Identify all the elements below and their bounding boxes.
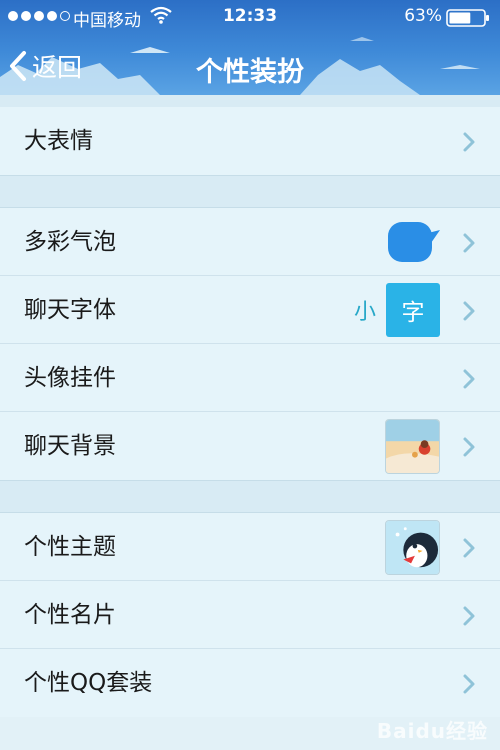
row-qq-suit[interactable]: 个性QQ套装 (0, 649, 500, 717)
battery-percentage: 63% (404, 6, 442, 26)
row-label: 个性名片 (24, 602, 116, 628)
row-business-card[interactable]: 个性名片 (0, 581, 500, 649)
chevron-right-icon (463, 538, 475, 558)
font-preview: 小 字 (354, 276, 440, 344)
row-label: 个性主题 (24, 534, 116, 560)
top-spacer (0, 95, 500, 107)
group-chat-style: 多彩气泡 聊天字体 小 字 头像挂件 聊天背景 (0, 208, 500, 480)
group-personalization: 个性主题 个性名片 个性QQ套装 (0, 513, 500, 717)
row-chat-background[interactable]: 聊天背景 (0, 412, 500, 480)
battery-icon (446, 9, 489, 27)
chevron-right-icon (463, 233, 475, 253)
font-preview-small: 小 (353, 300, 376, 325)
chevron-right-icon (463, 132, 475, 152)
row-theme[interactable]: 个性主题 (0, 513, 500, 581)
chevron-right-icon (463, 369, 475, 389)
page-title: 个性装扮 (196, 57, 304, 88)
background-thumbnail-image (385, 418, 440, 474)
status-bar: 中国移动 12:33 63% (0, 0, 500, 34)
row-label: 聊天字体 (24, 297, 116, 323)
row-big-emoji[interactable]: 大表情 (0, 107, 500, 175)
row-chat-font[interactable]: 聊天字体 小 字 (0, 276, 500, 344)
font-preview-box: 字 (386, 283, 440, 337)
chevron-right-icon (463, 437, 475, 457)
section-separator (0, 480, 500, 513)
watermark: Baidu经验 (376, 719, 488, 743)
chevron-right-icon (463, 606, 475, 626)
section-separator (0, 175, 500, 208)
group-stickers: 大表情 (0, 107, 500, 175)
row-label: 多彩气泡 (24, 229, 116, 255)
row-avatar-pendant[interactable]: 头像挂件 (0, 344, 500, 412)
chevron-right-icon (463, 301, 475, 321)
navigation-header: 中国移动 12:33 63% 返回 个性装扮 (0, 0, 500, 95)
row-label: 大表情 (24, 128, 93, 154)
row-label: 聊天背景 (24, 433, 116, 459)
row-label: 个性QQ套装 (24, 670, 153, 696)
nav-bar: 返回 个性装扮 (0, 34, 500, 95)
chevron-right-icon (463, 674, 475, 694)
theme-thumbnail (385, 513, 440, 581)
bubble-preview (386, 208, 442, 276)
row-colorful-bubble[interactable]: 多彩气泡 (0, 208, 500, 276)
chat-background-thumbnail (385, 412, 440, 480)
settings-list: 大表情 多彩气泡 聊天字体 小 字 头像挂件 聊天背景 个性主题 个性名片 个性… (0, 95, 500, 717)
chat-bubble-icon (388, 222, 440, 262)
penguin-theme-image (385, 519, 440, 575)
row-label: 头像挂件 (24, 365, 116, 391)
